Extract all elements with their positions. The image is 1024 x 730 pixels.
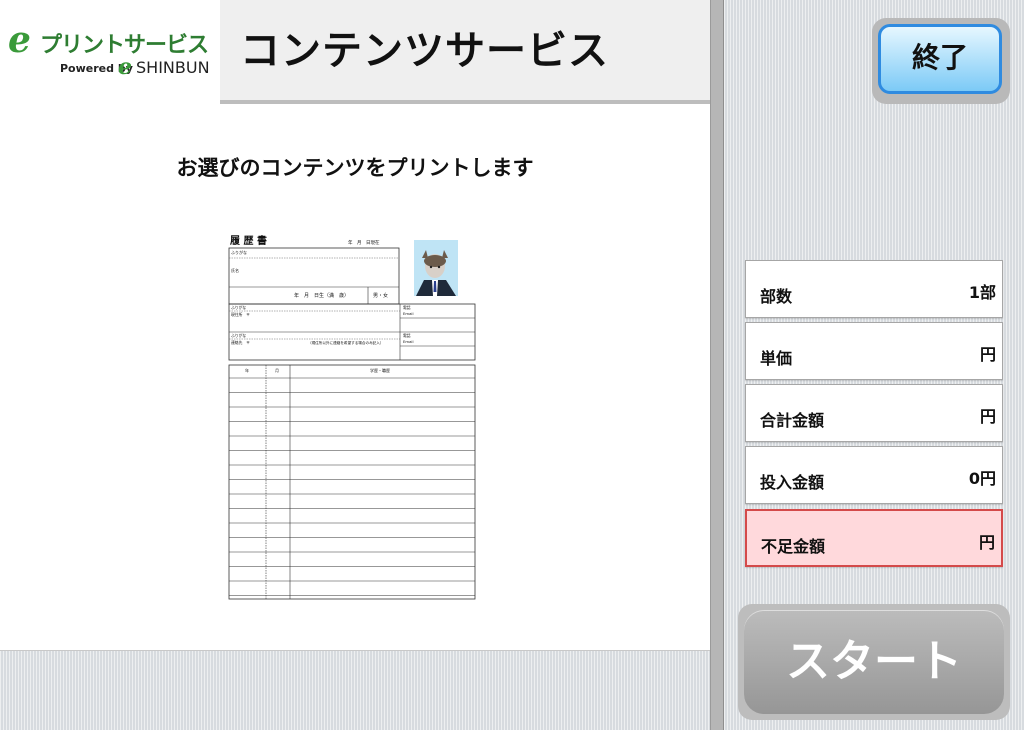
unit-price-row: 単価 円 — [745, 322, 1003, 380]
resume-preview: 履 歴 書 年 月 日現在 ふりがな 氏名 年 月 日生（満 歳） 男・女 ふり… — [228, 232, 476, 600]
resume-furigana: ふりがな — [231, 333, 246, 338]
resume-birth: 年 月 日生（満 歳） — [294, 292, 349, 299]
resume-photo — [414, 240, 458, 296]
resume-address-label: 現住所 〒 — [231, 312, 250, 317]
resume-phone-label: 電話 — [403, 305, 411, 310]
logo-e-small-mark: e — [118, 54, 132, 80]
resume-furigana: ふりがな — [231, 305, 246, 310]
resume-email-label: Email — [403, 339, 414, 344]
start-button[interactable]: スタート — [744, 610, 1004, 714]
logo-company: SHINBUN — [136, 58, 210, 77]
end-button[interactable]: 終了 — [878, 24, 1002, 94]
resume-col-month: 月 — [275, 368, 279, 373]
instruction-text: お選びのコンテンツをプリントします — [176, 156, 534, 180]
inserted-amount-value: 0円 — [968, 469, 996, 488]
resume-furigana: ふりがな — [231, 249, 247, 255]
shortage-amount-label: 不足金額 — [761, 537, 826, 556]
resume-title: 履 歴 書 — [229, 234, 267, 247]
panel-divider — [710, 0, 724, 730]
shortage-amount-row: 不足金額 円 — [745, 509, 1003, 567]
resume-contact-label: 連絡先 〒 — [231, 340, 250, 345]
main-area: e プリントサービス Powered by e SHINBUN コンテンツサービ… — [0, 0, 710, 730]
header: e プリントサービス Powered by e SHINBUN コンテンツサービ… — [0, 0, 710, 104]
inserted-amount-label: 投入金額 — [760, 473, 825, 492]
total-amount-label: 合計金額 — [760, 411, 825, 430]
resume-name-label: 氏名 — [231, 267, 239, 273]
total-amount-value: 円 — [979, 407, 996, 426]
resume-phone-label: 電話 — [403, 333, 411, 338]
inserted-amount-row: 投入金額 0円 — [745, 446, 1003, 504]
total-amount-row: 合計金額 円 — [745, 384, 1003, 442]
resume-date: 年 月 日現在 — [348, 239, 380, 246]
copies-value: 1部 — [968, 283, 996, 302]
start-button-frame: スタート — [738, 604, 1010, 720]
resume-contact-note: （現住所以外に連絡を希望する場合のみ記入） — [308, 340, 383, 345]
logo-e-mark: e — [8, 19, 31, 61]
unit-price-label: 単価 — [760, 349, 793, 368]
resume-preview-svg: 履 歴 書 年 月 日現在 ふりがな 氏名 年 月 日生（満 歳） 男・女 ふり… — [228, 232, 476, 600]
shortage-amount-value: 円 — [978, 533, 995, 552]
eprint-logo: e プリントサービス Powered by e SHINBUN — [0, 0, 220, 104]
copies-row: 部数 1部 — [745, 260, 1003, 318]
bottom-strip — [0, 650, 710, 730]
page-title: コンテンツサービス — [240, 28, 609, 74]
resume-col-history: 学歴・職歴 — [370, 367, 390, 373]
resume-sex: 男・女 — [373, 292, 388, 299]
unit-price-value: 円 — [979, 345, 996, 364]
resume-col-year: 年 — [245, 367, 249, 373]
end-button-frame: 終了 — [872, 18, 1010, 104]
resume-email-label: Email — [403, 311, 414, 316]
copies-label: 部数 — [760, 287, 793, 306]
